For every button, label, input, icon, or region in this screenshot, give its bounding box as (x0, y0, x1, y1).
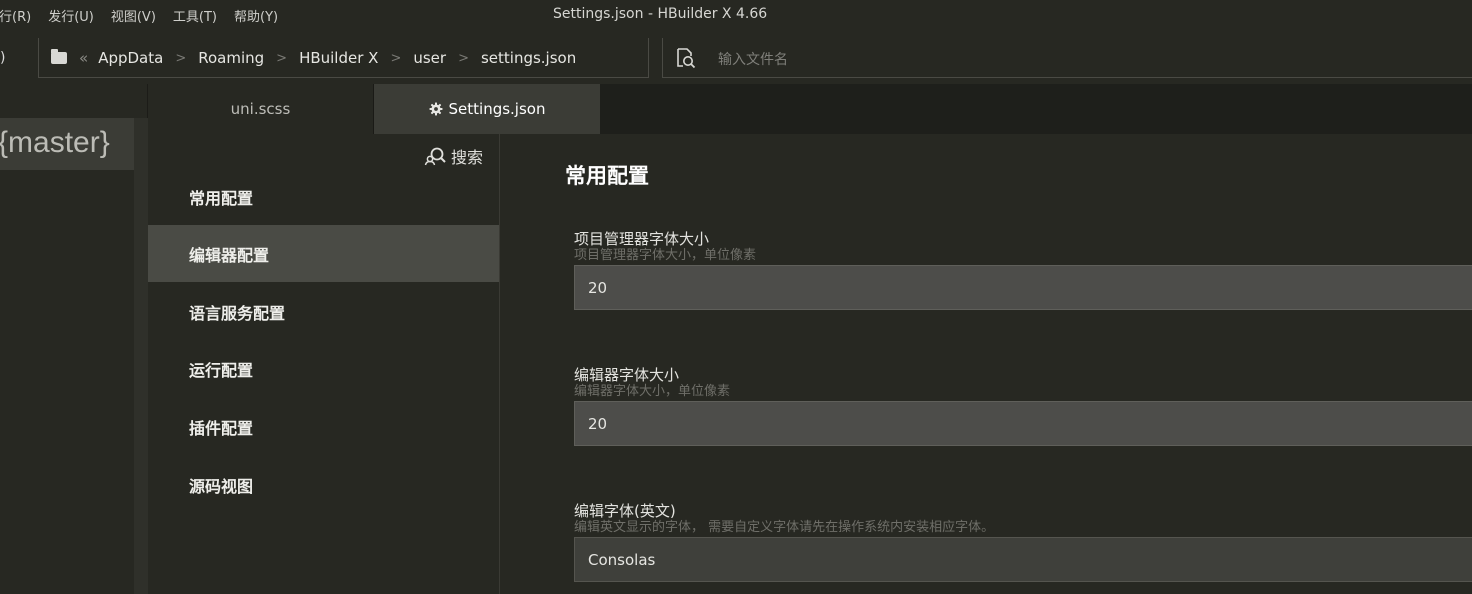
setting-description: 编辑器字体大小，单位像素 (574, 384, 731, 399)
menu-publish[interactable]: 发行(U) (48, 6, 94, 25)
tab-settings-json[interactable]: Settings.json (374, 84, 600, 134)
editor-font-english-select[interactable]: Consolas (574, 537, 1472, 582)
address-left-fragment: ) (0, 50, 6, 66)
menu-help[interactable]: 帮助(Y) (234, 6, 278, 25)
setting-editor-font-size: 编辑器字体大小 编辑器字体大小，单位像素 20 (574, 366, 1472, 446)
breadcrumb-item-user[interactable]: user (413, 49, 446, 67)
breadcrumb-item-roaming[interactable]: Roaming (198, 49, 264, 67)
title-bar: 行(R) 发行(U) 视图(V) 工具(T) 帮助(Y) Settings.js… (0, 0, 1472, 34)
setting-description: 项目管理器字体大小，单位像素 (574, 248, 757, 263)
chevron-right-icon: > (175, 50, 187, 66)
nav-item-language-service[interactable]: 语言服务配置 (148, 283, 499, 340)
nav-item-source-view[interactable]: 源码视图 (148, 456, 499, 513)
double-chevron-left-icon[interactable]: « (79, 49, 88, 67)
setting-project-font-size: 项目管理器字体大小 项目管理器字体大小，单位像素 20 (574, 230, 1472, 310)
menu-tools[interactable]: 工具(T) (173, 6, 217, 25)
breadcrumb-item-settings-json[interactable]: settings.json (481, 49, 576, 67)
breadcrumb-item-appdata[interactable]: AppData (98, 49, 163, 67)
chevron-right-icon: > (390, 50, 402, 66)
window-title: Settings.json - HBuilder X 4.66 (553, 6, 768, 22)
folder-icon (51, 49, 67, 64)
file-search-input[interactable]: 输入文件名 (718, 49, 788, 69)
section-title: 常用配置 (565, 164, 649, 188)
menu-bar: 行(R) 发行(U) 视图(V) 工具(T) 帮助(Y) (0, 6, 295, 25)
setting-description: 编辑英文显示的字体， 需要自定义字体请先在操作系统内安装相应字体。 (574, 520, 995, 535)
gear-icon (429, 102, 443, 116)
document-search-icon[interactable] (674, 47, 696, 69)
setting-label: 编辑字体(英文) (574, 502, 676, 520)
menu-view[interactable]: 视图(V) (111, 6, 156, 25)
settings-content: 常用配置 项目管理器字体大小 项目管理器字体大小，单位像素 20 编辑器字体大小… (501, 134, 1472, 594)
file-search-box[interactable]: 输入文件名 (662, 38, 1472, 78)
nav-item-editor[interactable]: 编辑器配置 (148, 225, 499, 282)
search-icon (424, 147, 446, 166)
setting-label: 项目管理器字体大小 (574, 230, 710, 248)
breadcrumb-item-hbuilderx[interactable]: HBuilder X (299, 49, 378, 67)
setting-label: 编辑器字体大小 (574, 366, 680, 384)
settings-search-button[interactable]: 搜索 (424, 144, 483, 168)
nav-item-common[interactable]: 常用配置 (148, 168, 499, 225)
settings-nav: 搜索 常用配置 编辑器配置 语言服务配置 运行配置 插件配置 源码视图 (148, 134, 500, 594)
project-font-size-input[interactable]: 20 (574, 265, 1472, 310)
nav-item-plugins[interactable]: 插件配置 (148, 398, 499, 455)
tab-uni-scss[interactable]: uni.scss (148, 84, 374, 134)
hbuilderx-window: 行(R) 发行(U) 视图(V) 工具(T) 帮助(Y) Settings.js… (0, 0, 1472, 594)
nav-item-run[interactable]: 运行配置 (148, 340, 499, 397)
chevron-right-icon: > (276, 50, 288, 66)
editor-font-size-input[interactable]: 20 (574, 401, 1472, 446)
project-explorer: {master} (0, 84, 148, 594)
setting-editor-font-english: 编辑字体(英文) 编辑英文显示的字体， 需要自定义字体请先在操作系统内安装相应字… (574, 502, 1472, 582)
git-branch-label[interactable]: {master} (0, 118, 134, 170)
editor-tabs: uni.scss Settings.json (148, 84, 1472, 134)
menu-run[interactable]: 行(R) (0, 6, 31, 25)
breadcrumb: « AppData > Roaming > HBuilder X > user … (38, 38, 649, 78)
chevron-right-icon: > (458, 50, 469, 66)
project-scrollbar[interactable] (134, 118, 148, 594)
address-bar: ) « AppData > Roaming > HBuilder X > use… (0, 34, 1472, 84)
